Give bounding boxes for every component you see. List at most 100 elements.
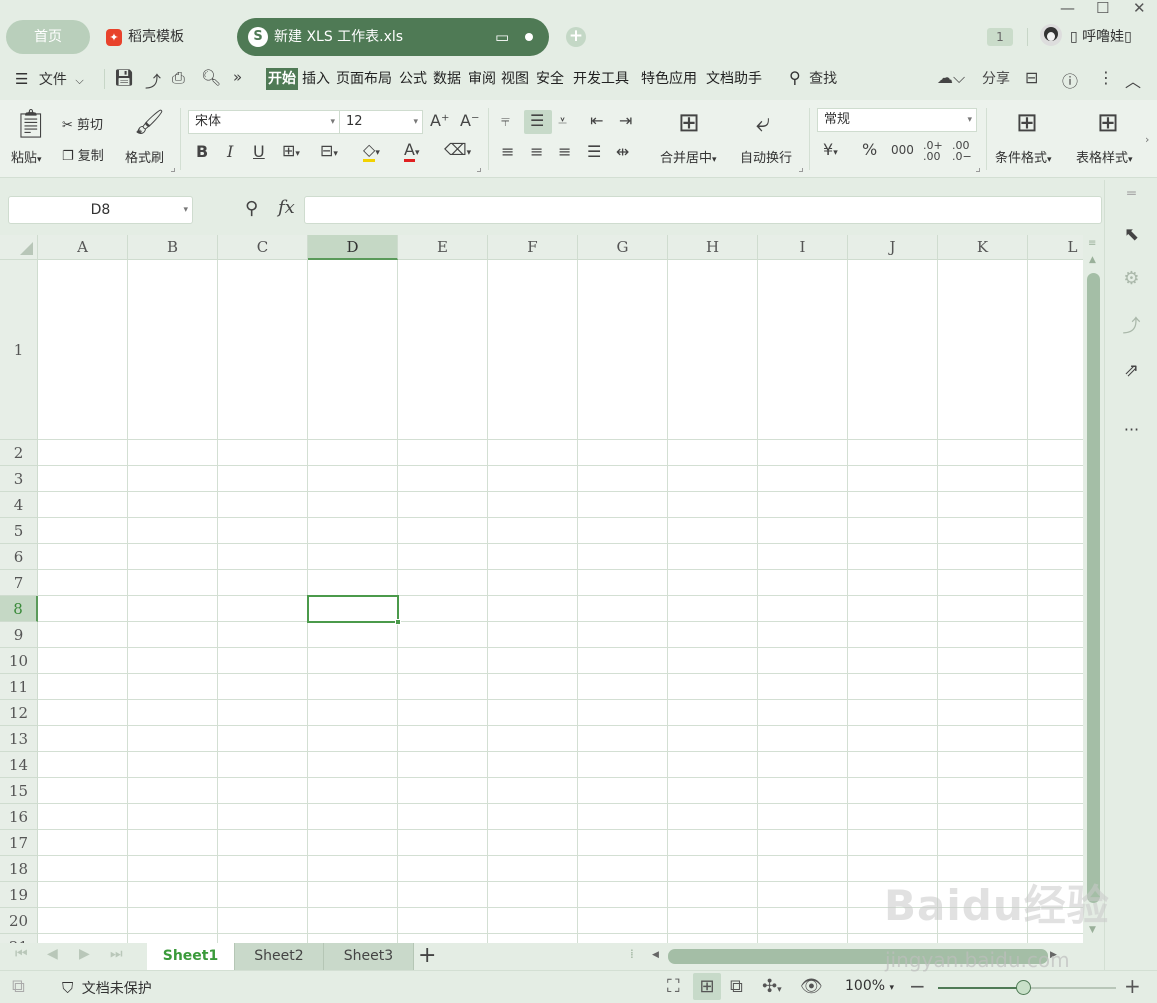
increase-font-icon[interactable]: A⁺ [430,113,449,129]
row-header-6[interactable]: 6 [0,544,38,570]
panel-handle-icon[interactable]: ═ [1105,186,1157,202]
table-style-icon[interactable]: ⊞ [1097,110,1119,136]
row-header-2[interactable]: 2 [0,440,38,466]
align-center-icon[interactable]: ≡ [530,144,543,160]
increase-decimal-icon[interactable]: .0+ .00 [923,140,943,162]
paste-button[interactable]: 粘贴▾ [11,147,42,166]
decrease-decimal-icon[interactable]: .00.0− [952,140,972,162]
column-header-f[interactable]: F [488,235,578,260]
tab-view[interactable]: 视图 [501,68,529,90]
align-left-icon[interactable]: ≡ [501,144,514,160]
close-icon[interactable]: ✕ [1133,0,1146,16]
tab-home[interactable]: 首页 [6,20,90,54]
fullscreen-icon[interactable]: ⛶ [667,976,680,997]
row-header-18[interactable]: 18 [0,856,38,882]
row-header-19[interactable]: 19 [0,882,38,908]
sheet-tab-3[interactable]: Sheet3 [324,943,414,970]
more-menu-icon[interactable]: ⋮ [1098,68,1114,87]
tab-formulas[interactable]: 公式 [399,68,427,90]
page-break-view-icon[interactable]: ⧉ [730,976,743,997]
zoom-out-icon[interactable]: − [909,974,926,998]
vertical-scroll-thumb[interactable] [1087,273,1100,903]
row-header-13[interactable]: 13 [0,726,38,752]
align-right-icon[interactable]: ≡ [558,144,571,160]
row-header-20[interactable]: 20 [0,908,38,934]
row-header-15[interactable]: 15 [0,778,38,804]
currency-icon[interactable]: ¥▾ [823,142,838,161]
row-header-10[interactable]: 10 [0,648,38,674]
formula-input[interactable] [304,196,1102,224]
normal-view-icon[interactable]: ⊞ [693,973,721,1000]
tab-document[interactable]: S 新建 XLS 工作表.xls ▭ [237,18,549,56]
align-bottom-icon[interactable]: ⩡ [558,113,567,129]
percent-icon[interactable]: % [862,142,877,158]
font-size-select[interactable]: 12 ▾ [339,110,423,134]
format-painter-button[interactable]: 格式刷 [125,147,164,166]
copy-button[interactable]: ❐ 复制 [62,145,104,164]
align-top-icon[interactable]: ⫧ [501,113,510,129]
vertical-scrollbar[interactable]: ≡ ▲ ▼ [1083,235,1104,943]
eye-protection-icon[interactable]: 👁︎ [800,976,823,997]
select-all-corner[interactable] [0,235,38,260]
properties-icon[interactable]: ⚙ [1105,268,1157,289]
table-style-button[interactable]: 表格样式▾ [1076,147,1133,166]
row-header-5[interactable]: 5 [0,518,38,544]
tab-count-badge[interactable]: 1 [987,28,1013,46]
reading-mode-icon[interactable]: ✣▾ [762,976,782,997]
tab-doc-assistant[interactable]: 文档助手 [706,68,762,90]
print-preview-icon[interactable]: 🔍︎ [201,68,221,87]
tab-special-apps[interactable]: 特色应用 [641,68,697,90]
zoom-slider-knob[interactable] [1016,980,1031,995]
cut-button[interactable]: ✂ 剪切 [62,114,103,133]
row-header-1[interactable]: 1 [0,260,38,440]
active-cell[interactable] [307,595,401,625]
row-header-4[interactable]: 4 [0,492,38,518]
share-panel-icon[interactable]: ⇗ [1105,360,1157,381]
new-tab-button[interactable]: + [566,27,586,47]
help-icon[interactable]: ⓘ [1062,68,1078,92]
scroll-up-icon[interactable]: ▲ [1089,255,1096,265]
tab-security[interactable]: 安全 [536,68,564,90]
monitor-icon[interactable]: ▭ [495,28,509,46]
row-header-7[interactable]: 7 [0,570,38,596]
zoom-formula-icon[interactable]: ⚲ [245,198,258,219]
bold-icon[interactable]: B [196,144,208,160]
column-header-a[interactable]: A [38,235,128,260]
tab-templates[interactable]: ✦ 稻壳模板 [106,20,184,54]
next-sheet-icon[interactable]: ▶ [79,946,90,962]
conditional-format-icon[interactable]: ⊞ [1016,110,1038,136]
row-header-16[interactable]: 16 [0,804,38,830]
format-painter-icon[interactable]: 🖌︎ [134,110,164,134]
tab-start[interactable]: 开始 [266,68,298,90]
scroll-left-icon[interactable]: ◀ [652,950,659,960]
prev-sheet-icon[interactable]: ◀ [47,946,58,962]
increase-indent-icon[interactable]: ⇥ [619,113,632,129]
sheet-tab-2[interactable]: Sheet2 [235,943,324,970]
last-sheet-icon[interactable]: ⏭ [110,946,123,962]
split-handle-icon[interactable]: ≡ [1088,238,1096,249]
comment-icon[interactable]: ⊟ [1025,68,1038,87]
distributed-icon[interactable]: ⇹ [616,144,629,160]
tab-page-layout[interactable]: 页面布局 [336,68,392,90]
column-header-c[interactable]: C [218,235,308,260]
row-header-12[interactable]: 12 [0,700,38,726]
print-icon[interactable]: ⎙ [172,68,185,88]
zoom-level[interactable]: 100% ▾ [845,978,894,994]
paste-icon[interactable]: 📋︎ [13,110,49,138]
share-button[interactable]: 分享 [982,68,1010,88]
minimize-icon[interactable]: — [1060,0,1075,16]
file-menu[interactable]: ☰ 文件 ⌵ [15,69,84,89]
macro-icon[interactable]: ⧉ [12,976,25,997]
merge-center-icon[interactable]: ⊞ [678,110,700,136]
avatar[interactable] [1040,24,1062,46]
column-header-e[interactable]: E [398,235,488,260]
fill-handle[interactable] [395,619,401,625]
cloud-sync-icon[interactable]: ☁⌵ [937,68,965,88]
column-header-k[interactable]: K [938,235,1028,260]
font-color-icon[interactable]: A▾ [404,140,419,162]
row-header-17[interactable]: 17 [0,830,38,856]
spreadsheet-grid[interactable]: A B C D E F G H I J K L 1 2 3 4 5 6 7 8 9 10 11 12 13 14 15 16 17 18 1… [0,235,1083,943]
search-button[interactable]: ⚲ 查找 [789,68,837,88]
tab-developer[interactable]: 开发工具 [573,68,629,90]
row-header-11[interactable]: 11 [0,674,38,700]
